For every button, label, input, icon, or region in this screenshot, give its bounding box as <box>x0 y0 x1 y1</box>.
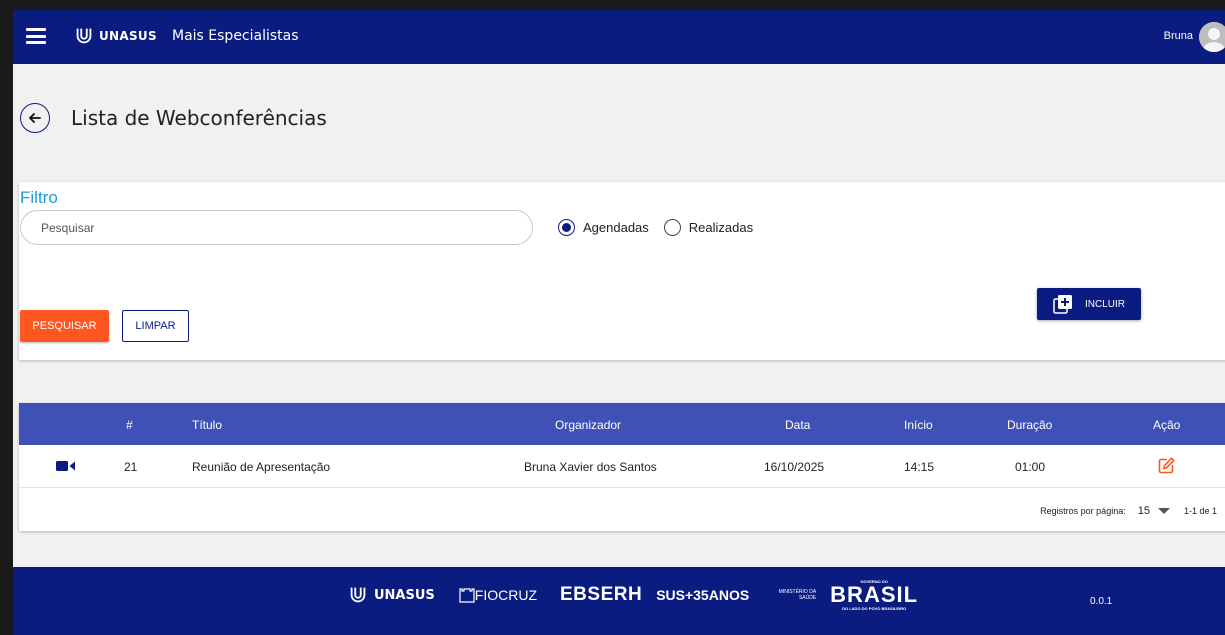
radio-label: Agendadas <box>583 220 649 235</box>
clear-button[interactable]: LIMPAR <box>122 310 189 342</box>
brand-logo[interactable]: UNASUS <box>73 25 157 47</box>
col-action: Ação <box>1153 418 1181 432</box>
filter-card: Filtro Agendadas Realizadas PESQUISAR LI… <box>19 182 1225 360</box>
page-range: 1-1 de 1 <box>1183 506 1217 516</box>
pagination: Registros por página: 15 1-1 de 1 <box>1040 505 1217 517</box>
footer-brasil-logo: GOVERNO DO BRASIL DO LADO DO POVO BRASIL… <box>830 579 918 611</box>
footer-unasus-text: UNASUS <box>374 587 435 603</box>
brand-text: UNASUS <box>99 29 157 43</box>
app-viewport: UNASUS Mais Especialistas Bruna Lista de… <box>13 10 1225 635</box>
unasus-logo-icon <box>350 587 366 603</box>
back-button[interactable] <box>20 103 50 133</box>
footer-fiocruz-logo: FIOCRUZ <box>459 587 537 603</box>
top-bar: UNASUS Mais Especialistas Bruna <box>13 10 1225 64</box>
arrow-left-icon <box>29 113 41 123</box>
table-row[interactable]: 21 Reunião de Apresentação Bruna Xavier … <box>19 445 1225 488</box>
radio-realizadas[interactable]: Realizadas <box>663 219 754 236</box>
include-button[interactable]: INCLUIR <box>1037 288 1141 320</box>
page-size-value[interactable]: 15 <box>1138 505 1150 517</box>
edit-icon[interactable] <box>1158 457 1175 474</box>
fiocruz-castle-icon <box>459 588 475 603</box>
filter-title: Filtro <box>20 188 58 207</box>
include-button-label: INCLUIR <box>1084 298 1125 310</box>
unasus-logo-icon <box>76 28 92 44</box>
page-title: Lista de Webconferências <box>71 106 327 130</box>
col-start[interactable]: Início <box>904 418 933 432</box>
footer-ministerio-logo: MINISTÉRIO DA SAÚDE <box>778 589 817 601</box>
row-id: 21 <box>124 460 138 474</box>
col-organizer[interactable]: Organizador <box>555 418 621 432</box>
user-name[interactable]: Bruna <box>1164 30 1193 42</box>
table-header: # Título Organizador Data Início Duração… <box>19 403 1225 445</box>
footer-brasil-tag: DO LADO DO POVO BRASILEIRO <box>842 606 907 611</box>
row-organizer: Bruna Xavier dos Santos <box>524 460 657 474</box>
webconference-table: # Título Organizador Data Início Duração… <box>19 403 1225 531</box>
radio-unchecked-icon <box>663 219 681 236</box>
footer-brasil-text: BRASIL <box>830 582 919 607</box>
radio-checked-icon <box>558 219 575 236</box>
search-input[interactable] <box>20 210 533 245</box>
row-date: 16/10/2025 <box>764 460 825 474</box>
col-duration[interactable]: Duração <box>1007 418 1052 432</box>
avatar[interactable] <box>1199 22 1225 52</box>
status-radio-group: Agendadas Realizadas <box>558 219 768 236</box>
footer-sus-logo: SUS+35ANOS <box>656 587 750 603</box>
col-title[interactable]: Título <box>192 418 222 432</box>
app-name: Mais Especialistas <box>172 28 299 44</box>
add-box-icon <box>1053 295 1072 314</box>
radio-label: Realizadas <box>688 220 754 235</box>
row-title: Reunião de Apresentação <box>192 460 331 474</box>
rows-per-page-label: Registros por página: <box>1040 506 1126 516</box>
footer-ebserh-logo: EBSERH <box>560 584 643 605</box>
avatar-icon <box>1199 22 1225 52</box>
col-id[interactable]: # <box>126 418 133 432</box>
search-button[interactable]: PESQUISAR <box>20 310 109 342</box>
chevron-down-icon[interactable] <box>1157 507 1170 515</box>
footer-logos: UNASUS FIOCRUZ EBSERH SUS+35ANOS MINISTÉ… <box>347 579 918 611</box>
footer-fiocruz-text: FIOCRUZ <box>474 587 537 603</box>
col-date[interactable]: Data <box>785 418 810 432</box>
footer-unasus-logo: UNASUS <box>347 584 435 606</box>
row-duration: 01:00 <box>1015 460 1046 474</box>
menu-icon[interactable] <box>26 28 46 44</box>
radio-agendadas[interactable]: Agendadas <box>558 219 649 236</box>
app-version: 0.0.1 <box>1090 596 1113 607</box>
footer: UNASUS FIOCRUZ EBSERH SUS+35ANOS MINISTÉ… <box>13 567 1225 635</box>
row-start: 14:15 <box>904 460 935 474</box>
video-camera-icon <box>56 461 75 471</box>
